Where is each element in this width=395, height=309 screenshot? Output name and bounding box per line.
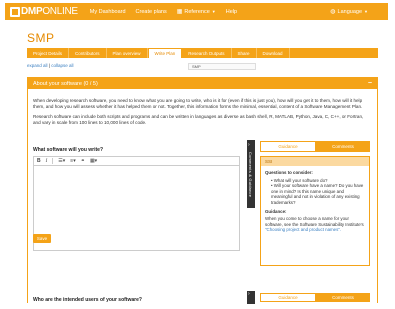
book-icon: ▦ — [176, 9, 183, 15]
chevron-down-icon: ▼ — [364, 9, 368, 14]
tab-guidance[interactable]: Guidance — [260, 293, 316, 302]
logo-icon — [10, 6, 20, 17]
plan-phase-select[interactable]: SMP — [188, 63, 256, 70]
logo-text-dmp: DMP — [21, 6, 43, 17]
intro-paragraph-2: Research software can include both scrip… — [33, 114, 364, 125]
table-icon[interactable]: ▦▾ — [90, 158, 97, 164]
tab-comments[interactable]: Comments — [316, 293, 370, 302]
nav-reference-label: Reference — [184, 8, 210, 15]
comments-guidance-toggle-2[interactable]: › — [247, 291, 255, 304]
section-header[interactable]: About your software (0 / 5) − — [28, 78, 377, 89]
questions-title: Questions to consider: — [265, 170, 313, 175]
expand-all-link[interactable]: expand all — [27, 63, 48, 68]
tab-plan-overview[interactable]: Plan overview — [107, 48, 148, 58]
list-item: Will your software have a name? Do you h… — [271, 183, 365, 205]
chevron-right-icon: › — [248, 142, 250, 148]
chevron-down-icon: ▼ — [211, 9, 216, 14]
page-title: SMP — [27, 31, 55, 45]
nav-my-dashboard[interactable]: My Dashboard — [90, 9, 126, 15]
question-label: What software will you write? — [33, 147, 104, 153]
collapse-icon[interactable]: − — [368, 80, 372, 87]
browser-frame: DMPONLINE My Dashboard Create plans ▦ Re… — [0, 0, 395, 309]
tab-project-details[interactable]: Project Details — [27, 48, 70, 58]
language-label: Language — [337, 8, 363, 15]
section-title: About your software (0 / 5) — [33, 80, 98, 87]
expand-collapse-links: expand all | collapse all — [27, 63, 74, 68]
globe-icon: ◍ — [330, 9, 336, 15]
collapse-all-link[interactable]: collapse all — [51, 63, 73, 68]
guidance-link[interactable]: "Choosing project and product names". — [265, 227, 341, 232]
nav-create-plans[interactable]: Create plans — [136, 9, 167, 15]
guidance-source-header[interactable]: SSI — [261, 157, 369, 166]
tab-comments[interactable]: Comments — [316, 141, 370, 152]
nav-help[interactable]: Help — [226, 9, 237, 15]
tab-contributors[interactable]: Contributors — [69, 48, 107, 58]
plan-tabs: Project Details Contributors Plan overvi… — [27, 48, 378, 58]
tab-download[interactable]: Download — [257, 48, 290, 58]
nav-reference[interactable]: ▦ Reference ▼ — [176, 8, 216, 16]
chevron-right-icon: › — [248, 291, 250, 297]
language-menu[interactable]: ◍ Language ▼ — [330, 8, 368, 16]
section-about-software: About your software (0 / 5) − When devel… — [27, 77, 378, 304]
guidance-text: When you come to choose a name for your … — [265, 216, 364, 227]
comments-guidance-toggle[interactable]: › Comments & Guidance — [247, 140, 255, 208]
section-intro: When developing research software, you n… — [33, 98, 368, 130]
italic-icon[interactable]: I — [46, 159, 48, 164]
link-icon[interactable]: ⚭ — [81, 158, 85, 164]
guidance-tabs-2: Guidance Comments — [260, 293, 370, 302]
tab-guidance[interactable]: Guidance — [260, 141, 316, 152]
save-button[interactable]: Save — [33, 234, 51, 243]
editor-toolbar: B I ☰▾ ≡▾ ⚭ ▦▾ — [34, 157, 239, 166]
intro-paragraph-1: When developing research software, you n… — [33, 98, 363, 109]
guidance-panel: SSI Questions to consider: What will you… — [260, 156, 370, 266]
tab-share[interactable]: Share — [232, 48, 257, 58]
tab-write-plan[interactable]: Write Plan — [147, 48, 183, 58]
toggle-label: Comments & Guidance — [248, 152, 253, 198]
answer-editor[interactable]: B I ☰▾ ≡▾ ⚭ ▦▾ — [33, 156, 240, 251]
numbered-list-icon[interactable]: ≡▾ — [70, 158, 75, 164]
bold-icon[interactable]: B — [37, 158, 41, 164]
questions-list: What will your software do? Will your so… — [271, 178, 365, 206]
logo-text-online: ONLINE — [42, 6, 78, 17]
tab-research-outputs[interactable]: Research Outputs — [182, 48, 232, 58]
guidance-title: Guidance: — [265, 208, 287, 214]
top-navbar: DMPONLINE My Dashboard Create plans ▦ Re… — [5, 3, 388, 20]
guidance-tabs: Guidance Comments — [260, 141, 370, 152]
dmponline-logo[interactable]: DMPONLINE — [10, 6, 78, 17]
guidance-content: Questions to consider: What will your so… — [261, 166, 369, 233]
bullet-list-icon[interactable]: ☰▾ — [58, 158, 65, 164]
question-label-2: Who are the intended users of your softw… — [33, 297, 142, 303]
